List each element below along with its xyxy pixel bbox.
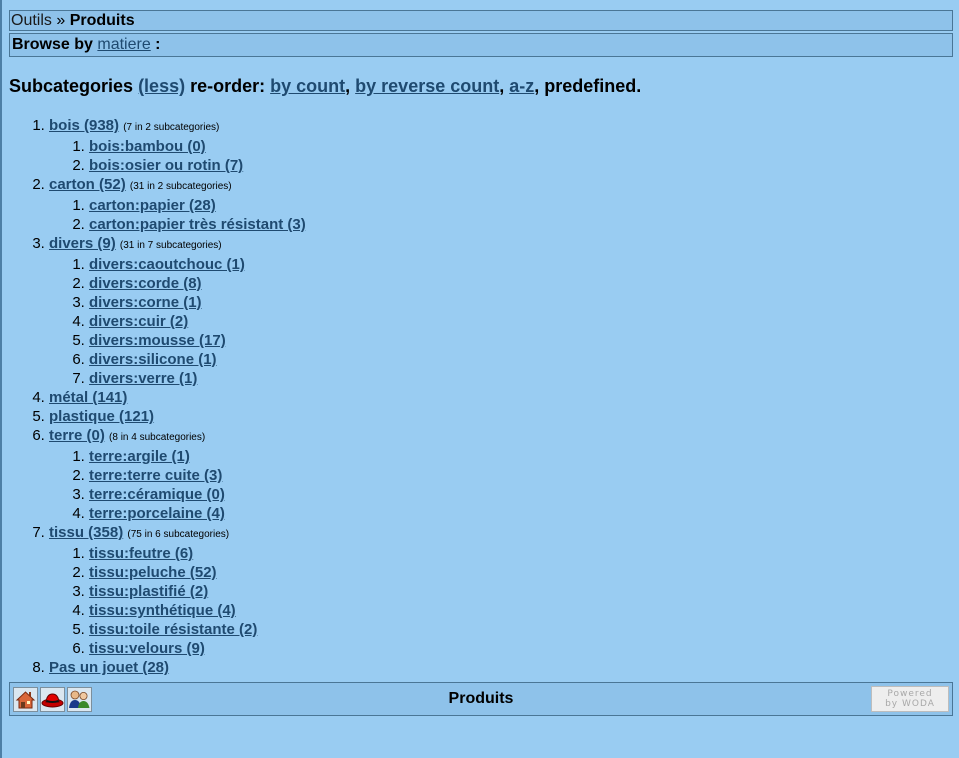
breadcrumb: Outils » Produits xyxy=(9,10,953,31)
footer-bar: Produits Powered by WODA xyxy=(9,682,953,716)
subcategory-link[interactable]: tissu:feutre (6) xyxy=(89,545,193,562)
subcategory-item: carton:papier très résistant (3) xyxy=(89,215,306,234)
browse-field-link[interactable]: matiere xyxy=(97,36,150,53)
subcategory-link[interactable]: tissu:synthétique (4) xyxy=(89,602,236,619)
browse-suffix: : xyxy=(150,36,161,53)
subcategory-link[interactable]: carton:papier très résistant (3) xyxy=(89,216,306,233)
category-link[interactable]: plastique (121) xyxy=(49,408,154,425)
subcategory-link[interactable]: divers:corde (8) xyxy=(89,275,202,292)
subcategory-item: bois:osier ou rotin (7) xyxy=(89,156,306,175)
category-link[interactable]: carton (52) xyxy=(49,176,126,193)
category-subcount-note: (31 in 7 subcategories) xyxy=(119,240,222,251)
category-link[interactable]: tissu (358) xyxy=(49,524,123,541)
category-item: terre (0) (8 in 4 subcategories) terre:ar… xyxy=(49,426,306,523)
subcategory-link[interactable]: bois:bambou (0) xyxy=(89,138,206,155)
less-link[interactable]: (less) xyxy=(138,76,185,96)
subcategory-item: divers:caoutchouc (1) xyxy=(89,255,306,274)
subcategory-item: tissu:synthétique (4) xyxy=(89,601,306,620)
powered-by-woda-badge[interactable]: Powered by WODA xyxy=(871,686,949,712)
subcategory-item: tissu:feutre (6) xyxy=(89,544,306,563)
subcategory-item: terre:céramique (0) xyxy=(89,485,306,504)
category-link[interactable]: terre (0) xyxy=(49,427,105,444)
subcategory-item: divers:silicone (1) xyxy=(89,350,306,369)
subcategory-link[interactable]: tissu:velours (9) xyxy=(89,640,205,657)
category-item: bois (938) (7 in 2 subcategories) bois:ba… xyxy=(49,116,306,175)
subcategory-link[interactable]: carton:papier (28) xyxy=(89,197,216,214)
subcategory-link[interactable]: terre:terre cuite (3) xyxy=(89,467,222,484)
category-item: métal (141) xyxy=(49,388,306,407)
category-link[interactable]: divers (9) xyxy=(49,235,116,252)
subcategory-link[interactable]: terre:argile (1) xyxy=(89,448,190,465)
subcategory-item: bois:bambou (0) xyxy=(89,137,306,156)
subcategory-list: tissu:feutre (6) tissu:peluche (52) tissu:… xyxy=(49,544,306,658)
subcategories-heading: Subcategories (less) re-order: by count,… xyxy=(9,76,642,96)
subcategory-link[interactable]: tissu:toile résistante (2) xyxy=(89,621,257,638)
subcategory-link[interactable]: divers:silicone (1) xyxy=(89,351,217,368)
subcategory-item: tissu:plastifié (2) xyxy=(89,582,306,601)
powered-line2: by WODA xyxy=(885,699,935,709)
category-list: bois (938) (7 in 2 subcategories) bois:ba… xyxy=(9,116,306,677)
subcategory-item: tissu:peluche (52) xyxy=(89,563,306,582)
subcategory-item: divers:verre (1) xyxy=(89,369,306,388)
subcategory-item: tissu:velours (9) xyxy=(89,639,306,658)
sort-by-count-link[interactable]: by count xyxy=(270,76,345,96)
subcategory-item: divers:mousse (17) xyxy=(89,331,306,350)
subcategory-link[interactable]: tissu:peluche (52) xyxy=(89,564,217,581)
subcategory-list: carton:papier (28) carton:papier très rés… xyxy=(49,196,306,234)
subcategories-title: Subcategories xyxy=(9,76,134,96)
breadcrumb-current: Produits xyxy=(69,12,135,29)
browse-prefix: Browse by xyxy=(12,36,93,53)
window-left-border xyxy=(0,0,2,758)
subcategory-link[interactable]: bois:osier ou rotin (7) xyxy=(89,157,243,174)
subcategory-list: terre:argile (1) terre:terre cuite (3) ter… xyxy=(49,447,306,523)
subcategory-item: divers:cuir (2) xyxy=(89,312,306,331)
category-item: Pas un jouet (28) xyxy=(49,658,306,677)
sort-predefined-label: predefined. xyxy=(544,76,642,96)
subcategory-item: terre:porcelaine (4) xyxy=(89,504,306,523)
subcategory-link[interactable]: divers:caoutchouc (1) xyxy=(89,256,245,273)
breadcrumb-separator: » xyxy=(51,12,70,29)
category-item: carton (52) (31 in 2 subcategories) carto… xyxy=(49,175,306,234)
sort-az-link[interactable]: a-z xyxy=(509,76,534,96)
reorder-label: re-order: xyxy=(190,76,266,96)
subcategory-link[interactable]: divers:cuir (2) xyxy=(89,313,188,330)
subcategory-list: divers:caoutchouc (1) divers:corde (8) div… xyxy=(49,255,306,388)
subcategory-item: divers:corde (8) xyxy=(89,274,306,293)
subcategory-item: carton:papier (28) xyxy=(89,196,306,215)
category-link[interactable]: bois (938) xyxy=(49,117,119,134)
powered-line1: Powered xyxy=(887,689,933,699)
subcategory-link[interactable]: divers:verre (1) xyxy=(89,370,197,387)
category-item: tissu (358) (75 in 6 subcategories) tissu… xyxy=(49,523,306,658)
subcategory-item: terre:argile (1) xyxy=(89,447,306,466)
subcategory-link[interactable]: terre:porcelaine (4) xyxy=(89,505,225,522)
subcategory-link[interactable]: divers:mousse (17) xyxy=(89,332,226,349)
sort-by-reverse-count-link[interactable]: by reverse count xyxy=(355,76,499,96)
category-subcount-note: (7 in 2 subcategories) xyxy=(123,122,220,133)
browse-bar: Browse by matiere : xyxy=(9,33,953,57)
category-subcount-note: (8 in 4 subcategories) xyxy=(109,432,206,443)
subcategory-list: bois:bambou (0) bois:osier ou rotin (7) xyxy=(49,137,306,175)
footer-title: Produits xyxy=(448,690,514,707)
subcategory-link[interactable]: tissu:plastifié (2) xyxy=(89,583,208,600)
category-link[interactable]: Pas un jouet (28) xyxy=(49,659,169,676)
category-item: divers (9) (31 in 7 subcategories) divers… xyxy=(49,234,306,388)
category-subcount-note: (75 in 6 subcategories) xyxy=(127,529,230,540)
subcategory-link[interactable]: divers:corne (1) xyxy=(89,294,202,311)
subcategory-link[interactable]: terre:céramique (0) xyxy=(89,486,225,503)
category-item: plastique (121) xyxy=(49,407,306,426)
category-link[interactable]: métal (141) xyxy=(49,389,127,406)
category-subcount-note: (31 in 2 subcategories) xyxy=(129,181,232,192)
breadcrumb-parent[interactable]: Outils xyxy=(11,12,52,29)
subcategory-item: terre:terre cuite (3) xyxy=(89,466,306,485)
subcategory-item: divers:corne (1) xyxy=(89,293,306,312)
subcategory-item: tissu:toile résistante (2) xyxy=(89,620,306,639)
